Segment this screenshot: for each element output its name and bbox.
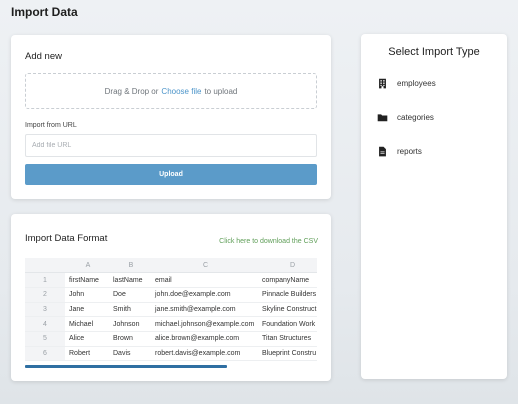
grid-cell: Michael bbox=[65, 316, 109, 332]
grid-row: 5 Alice Brown alice.brown@example.com Ti… bbox=[25, 331, 317, 347]
grid-cell: John bbox=[65, 287, 109, 303]
grid-cell: Brown bbox=[109, 331, 151, 347]
import-type-card: Select Import Type employees categories … bbox=[361, 34, 507, 379]
grid-cell: Johnson bbox=[109, 316, 151, 332]
file-icon bbox=[379, 146, 386, 156]
grid-row: 1 firstName lastName email companyName bbox=[25, 272, 317, 288]
grid-cell: Robert bbox=[65, 346, 109, 362]
grid-corner-cell bbox=[25, 258, 65, 274]
grid-cell: Pinnacle Builders bbox=[258, 287, 317, 303]
row-number: 6 bbox=[25, 346, 65, 362]
row-number: 3 bbox=[25, 302, 65, 318]
grid-cell: michael.johnson@example.com bbox=[151, 316, 258, 332]
grid-cell: Jane bbox=[65, 302, 109, 318]
grid-cell: firstName bbox=[65, 272, 109, 288]
add-new-card: Add new Drag & Drop or Choose file to up… bbox=[11, 35, 331, 199]
add-new-title: Add new bbox=[25, 51, 62, 62]
building-icon bbox=[379, 78, 386, 88]
grid-column-header: A bbox=[65, 258, 109, 274]
file-dropzone[interactable]: Drag & Drop or Choose file to upload bbox=[25, 73, 317, 109]
import-type-label: categories bbox=[397, 112, 434, 122]
grid-cell: lastName bbox=[109, 272, 151, 288]
row-number: 4 bbox=[25, 316, 65, 332]
import-url-label: Import from URL bbox=[25, 122, 77, 129]
import-format-card: Import Data Format Click here to downloa… bbox=[11, 214, 331, 381]
grid-cell: alice.brown@example.com bbox=[151, 331, 258, 347]
grid-column-header: C bbox=[151, 258, 258, 274]
grid-row: 4 Michael Johnson michael.johnson@exampl… bbox=[25, 316, 317, 332]
import-type-label: employees bbox=[397, 78, 436, 88]
grid-cell: Skyline Construct bbox=[258, 302, 317, 318]
grid-header-row: A B C D bbox=[25, 258, 317, 274]
grid-cell: Smith bbox=[109, 302, 151, 318]
grid-row: 3 Jane Smith jane.smith@example.com Skyl… bbox=[25, 302, 317, 318]
row-number: 1 bbox=[25, 272, 65, 288]
import-type-categories[interactable]: categories bbox=[377, 110, 434, 124]
import-type-employees[interactable]: employees bbox=[377, 76, 436, 90]
download-csv-link[interactable]: Click here to download the CSV bbox=[219, 238, 318, 245]
row-number: 2 bbox=[25, 287, 65, 303]
sample-data-grid: A B C D 1 firstName lastName email compa… bbox=[25, 258, 317, 368]
grid-cell: john.doe@example.com bbox=[151, 287, 258, 303]
import-type-label: reports bbox=[397, 146, 422, 156]
dropzone-suffix: to upload bbox=[204, 86, 238, 96]
grid-cell: Doe bbox=[109, 287, 151, 303]
grid-cell: Alice bbox=[65, 331, 109, 347]
grid-cell: Blueprint Constru bbox=[258, 346, 317, 362]
import-type-title: Select Import Type bbox=[388, 46, 480, 58]
grid-cell: Davis bbox=[109, 346, 151, 362]
grid-column-header: D bbox=[258, 258, 317, 274]
dropzone-prefix: Drag & Drop or bbox=[104, 86, 159, 96]
import-format-title: Import Data Format bbox=[25, 233, 108, 244]
grid-row: 6 Robert Davis robert.davis@example.com … bbox=[25, 346, 317, 362]
grid-cell: jane.smith@example.com bbox=[151, 302, 258, 318]
grid-cell: Foundation Work bbox=[258, 316, 317, 332]
import-type-reports[interactable]: reports bbox=[377, 144, 422, 158]
grid-cell: email bbox=[151, 272, 258, 288]
grid-cell: Titan Structures bbox=[258, 331, 317, 347]
folder-icon bbox=[377, 113, 388, 121]
grid-column-header: B bbox=[109, 258, 151, 274]
grid-cell: robert.davis@example.com bbox=[151, 346, 258, 362]
grid-cell: companyName bbox=[258, 272, 317, 288]
grid-row: 2 John Doe john.doe@example.com Pinnacle… bbox=[25, 287, 317, 303]
row-number: 5 bbox=[25, 331, 65, 347]
upload-button[interactable]: Upload bbox=[25, 164, 317, 185]
choose-file-link[interactable]: Choose file bbox=[161, 87, 201, 96]
file-url-input[interactable] bbox=[25, 134, 317, 157]
page-title: Import Data bbox=[11, 5, 78, 19]
grid-horizontal-scrollbar[interactable] bbox=[25, 365, 227, 368]
